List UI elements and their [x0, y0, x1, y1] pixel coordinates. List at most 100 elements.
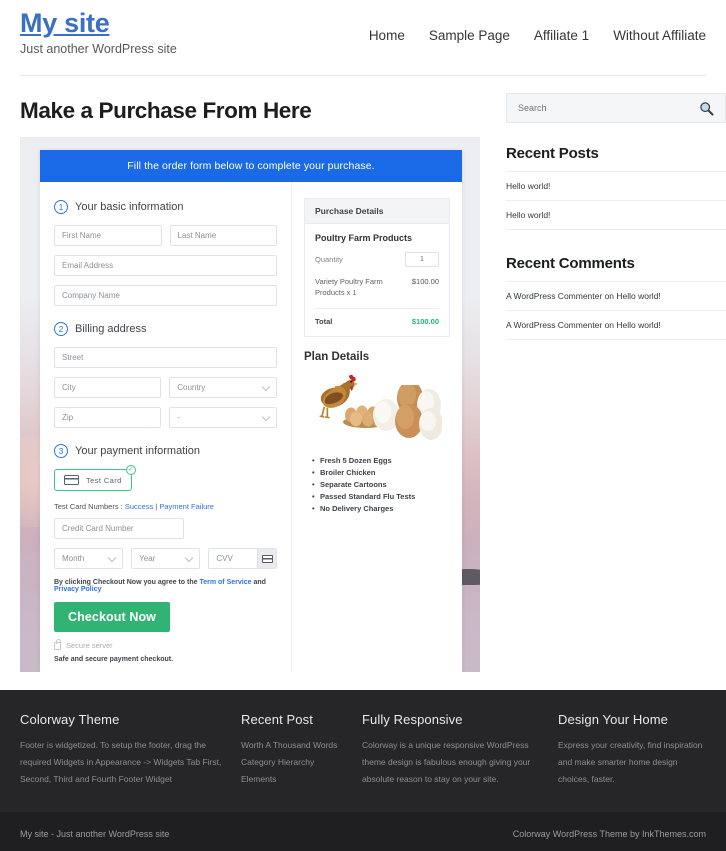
purchase-details-box: Purchase Details Poultry Farm Products Q…: [304, 198, 450, 337]
zip-input[interactable]: Zip: [54, 407, 162, 428]
test-card-option[interactable]: Test Card ✓: [54, 465, 136, 491]
order-summary: Purchase Details Poultry Farm Products Q…: [292, 182, 462, 672]
expiry-year-select[interactable]: Year: [131, 548, 201, 569]
purchase-details-title: Purchase Details: [305, 199, 449, 224]
footer-link-item[interactable]: Worth A Thousand Words: [241, 737, 346, 754]
expiry-month-value: Month: [62, 554, 85, 563]
plan-feature-item: Broiler Chicken: [312, 467, 450, 479]
nav-item-without-affiliate[interactable]: Without Affiliate: [613, 28, 706, 43]
site-footer: Colorway Theme Footer is widgetized. To …: [0, 690, 726, 812]
total-amount: $100.00: [411, 316, 439, 326]
list-item[interactable]: A WordPress Commenter on Hello world!: [506, 310, 726, 340]
site-branding: My site Just another WordPress site: [20, 0, 177, 56]
footer-column-design-your-home: Design Your Home Express your creativity…: [558, 712, 706, 788]
safe-checkout-note: Safe and secure payment checkout.: [54, 656, 174, 663]
page-body: Make a Purchase From Here Fill the order…: [0, 76, 726, 672]
step-1-number: 1: [54, 200, 68, 214]
footer-column-title: Design Your Home: [558, 712, 668, 727]
checkout-background-image: Fill the order form below to complete yo…: [20, 137, 480, 672]
test-card-success-link[interactable]: Success: [125, 502, 153, 511]
test-card-prefix: Test Card Numbers :: [54, 502, 125, 511]
recent-post-link[interactable]: Hello world!: [506, 181, 550, 191]
quantity-row: Quantity 1: [315, 252, 439, 267]
step-3-number: 3: [54, 444, 68, 458]
footer-column-fully-responsive: Fully Responsive Colorway is a unique re…: [362, 712, 542, 788]
line-item-row: Variety Poultry Farm Products x 1 $100.0…: [315, 277, 439, 309]
recent-comment-link[interactable]: A WordPress Commenter on Hello world!: [506, 291, 661, 301]
header-divider: [20, 75, 706, 76]
city-input[interactable]: City: [54, 377, 162, 398]
inkthemes-credit-link[interactable]: Colorway WordPress Theme by InkThemes.co…: [513, 829, 706, 839]
recent-posts-title: Recent Posts: [506, 145, 599, 162]
plan-feature-item: No Delivery Charges: [312, 503, 450, 515]
footer-link-item[interactable]: Category Hierarchy: [241, 754, 346, 771]
bottom-bar-credit: Colorway WordPress Theme by InkThemes.co…: [513, 829, 706, 839]
footer-link-item[interactable]: Elements: [241, 771, 346, 788]
state-select[interactable]: -: [169, 407, 277, 428]
credit-card-number-input[interactable]: Credit Card Number: [54, 518, 184, 539]
street-input[interactable]: Street: [54, 347, 277, 368]
footer-column-text: Express your creativity, find inspiratio…: [558, 740, 703, 784]
secure-server-label: Secure server: [66, 641, 113, 650]
widget-spacer: [506, 230, 726, 255]
term-of-service-link[interactable]: Term of Service: [199, 579, 251, 586]
list-item[interactable]: Hello world!: [506, 171, 726, 200]
list-item[interactable]: Hello world!: [506, 200, 726, 230]
email-input[interactable]: Email Address: [54, 255, 277, 276]
state-select-value: -: [177, 413, 180, 422]
chevron-down-icon: [185, 553, 194, 562]
footer-column-colorway-theme: Colorway Theme Footer is widgetized. To …: [20, 712, 225, 788]
nav-item-sample-page[interactable]: Sample Page: [429, 28, 510, 43]
plan-features-list: Fresh 5 Dozen Eggs Broiler Chicken Separ…: [304, 455, 450, 516]
line-item-description: Variety Poultry Farm Products x 1: [315, 277, 383, 297]
card-back-icon: [261, 554, 273, 563]
total-label: Total: [315, 316, 333, 326]
terms-notice: By clicking Checkout Now you agree to th…: [54, 579, 277, 593]
footer-spacer: [0, 672, 726, 690]
sidebar: Recent Posts Hello world! Hello world! R…: [506, 76, 726, 672]
terms-prefix: By clicking Checkout Now you agree to th…: [54, 579, 200, 586]
company-input[interactable]: Company Name: [54, 285, 277, 306]
country-select-value: Country: [177, 383, 206, 392]
plan-feature-item: Separate Cartoons: [312, 479, 450, 491]
main-content: Make a Purchase From Here Fill the order…: [20, 76, 480, 672]
recent-comments-title: Recent Comments: [506, 255, 635, 272]
plan-details-title: Plan Details: [304, 350, 370, 363]
search-input[interactable]: [518, 103, 668, 113]
expiry-month-select[interactable]: Month: [54, 548, 124, 569]
step-2-number: 2: [54, 322, 68, 336]
recent-post-link[interactable]: Hello world!: [506, 210, 550, 220]
site-tagline: Just another WordPress site: [20, 41, 177, 56]
checkout-form-card: Fill the order form below to complete yo…: [40, 150, 462, 672]
site-bottom-bar: My site - Just another WordPress site Co…: [0, 812, 726, 851]
footer-links-list: Worth A Thousand Words Category Hierarch…: [241, 737, 346, 788]
nav-item-affiliate-1[interactable]: Affiliate 1: [534, 28, 589, 43]
first-name-input[interactable]: First Name: [54, 225, 162, 246]
nav-item-home[interactable]: Home: [369, 28, 405, 43]
test-card-failure-link[interactable]: Payment Failure: [159, 502, 214, 511]
list-item[interactable]: A WordPress Commenter on Hello world!: [506, 281, 726, 310]
step-3-label: Your payment information: [75, 445, 200, 457]
page-title: Make a Purchase From Here: [20, 98, 312, 123]
recent-comment-link[interactable]: A WordPress Commenter on Hello world!: [506, 320, 661, 330]
quantity-input[interactable]: 1: [405, 252, 439, 267]
last-name-input[interactable]: Last Name: [169, 225, 277, 246]
recent-comments-list: A WordPress Commenter on Hello world! A …: [506, 281, 726, 340]
checkout-now-button[interactable]: Checkout Now: [54, 602, 171, 632]
step-2-label: Billing address: [75, 323, 147, 335]
privacy-policy-link[interactable]: Privacy Policy: [54, 586, 101, 593]
site-title[interactable]: My site: [20, 8, 110, 38]
bottom-bar-site-info: My site - Just another WordPress site: [20, 828, 170, 839]
search-icon[interactable]: [699, 101, 714, 116]
total-row: Total $100.00: [315, 309, 439, 326]
plan-feature-item: Passed Standard Flu Tests: [312, 491, 450, 503]
eggs-pile-icon: [373, 384, 442, 440]
secure-server-row: Secure server: [54, 639, 277, 650]
cvv-help-button[interactable]: [257, 549, 276, 568]
chevron-down-icon: [107, 553, 117, 562]
main-navigation: Home Sample Page Affiliate 1 Without Aff…: [369, 0, 706, 43]
step-3-heading: 3 Your payment information: [54, 444, 277, 458]
plan-illustration: [304, 371, 450, 447]
quantity-label: Quantity: [315, 255, 343, 264]
country-select[interactable]: Country: [169, 377, 277, 398]
